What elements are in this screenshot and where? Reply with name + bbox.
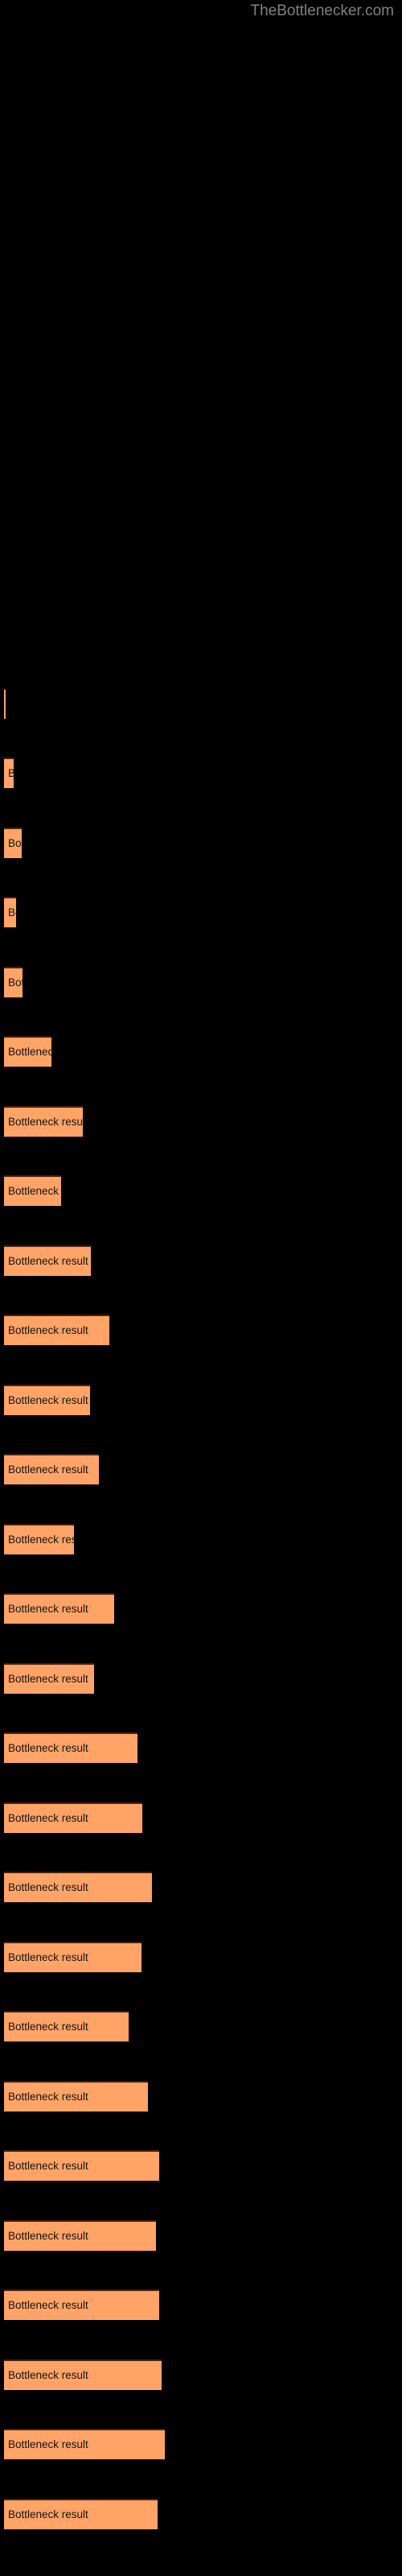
bar-label: Bottleneck result [8,1046,51,1058]
bar: Bottleneck result [4,2499,158,2529]
chart-canvas: TheBottlenecker.com Bottleneck resultBot… [0,0,402,2576]
bar-row: Bottleneck result [0,758,402,788]
bar: Bottleneck result [4,1245,91,1276]
bar: Bottleneck result [4,1175,61,1206]
bar: Bottleneck result [4,1524,74,1554]
bar: Bottleneck result [4,1036,51,1067]
bar-row: Bottleneck result [0,1524,402,1554]
bar-row: Bottleneck result [0,1942,402,1972]
bar: Bottleneck result [4,1454,99,1484]
bar: Bottleneck result [4,2429,165,2459]
bar: Bottleneck result [4,688,6,719]
bar: Bottleneck result [4,2359,162,2390]
bar-row: Bottleneck result [0,2499,402,2529]
bar-row: Bottleneck result [0,967,402,997]
bar-row: Bottleneck result [0,1036,402,1067]
bar: Bottleneck result [4,1106,83,1137]
bar-label: Bottleneck result [8,1116,83,1128]
bar-label: Bottleneck result [8,1742,88,1754]
bar: Bottleneck result [4,1872,152,1902]
bar-label: Bottleneck result [8,2369,88,2381]
bar-label: Bottleneck result [8,1255,88,1267]
bar: Bottleneck result [4,1315,109,1345]
bar: Bottleneck result [4,758,14,788]
bar-row: Bottleneck result [0,897,402,927]
bar: Bottleneck result [4,1593,114,1624]
bar-label: Bottleneck result [8,2438,88,2450]
bar-label: Bottleneck result [8,2299,88,2311]
bar: Bottleneck result [4,2289,159,2320]
bar-label: Bottleneck result [8,2091,88,2103]
bar-label: Bottleneck result [8,1673,88,1685]
bar-row: Bottleneck result [0,1802,402,1833]
bar: Bottleneck result [4,897,16,927]
bar-chart-plot-area: Bottleneck result Bottleneck result Bottle… [0,0,402,2576]
bar-label: Bottleneck result [8,837,22,849]
bar-label: Bottleneck result [8,2021,88,2033]
bar-label: Bottleneck result [8,1394,88,1406]
bar-row: Bottleneck result [0,2220,402,2251]
bar-label: Bottleneck result [8,906,16,919]
bar: Bottleneck result [4,2150,159,2181]
bar-label: Bottleneck result [8,1881,88,1893]
bar-row: Bottleneck result [0,1663,402,1694]
bar-row: Bottleneck result [0,1872,402,1902]
bar-label: Bottleneck result [8,976,23,989]
bar-row: Bottleneck result [0,2359,402,2390]
bar-row: Bottleneck result [0,2429,402,2459]
bar: Bottleneck result [4,967,23,997]
bar: Bottleneck result [4,2011,129,2041]
bar-row: Bottleneck result [0,828,402,858]
bar-label: Bottleneck result [8,1463,88,1476]
bar-row: Bottleneck result [0,1593,402,1624]
bar-label: Bottleneck result [8,1951,88,1963]
bar-row: Bottleneck result [0,1106,402,1137]
bar-label: Bottleneck result [8,1324,88,1336]
bar-row: Bottleneck result [0,2289,402,2320]
bar: Bottleneck result [4,1802,142,1833]
bar-row: Bottleneck result [0,1385,402,1415]
bar: Bottleneck result [4,828,22,858]
bar-label: Bottleneck result [8,2508,88,2520]
bar: Bottleneck result [4,2081,148,2112]
bar-label: Bottleneck result [8,767,14,780]
bar-row: Bottleneck result [0,2011,402,2041]
bar-label: Bottleneck result [8,1812,88,1824]
bar-row: Bottleneck result [0,1454,402,1484]
bar-label: Bottleneck result [8,1603,88,1615]
bar-row: Bottleneck result [0,1245,402,1276]
bar-row: Bottleneck result [0,688,402,719]
bar-row: Bottleneck result [0,2150,402,2181]
bar: Bottleneck result [4,1732,137,1763]
bar-row: Bottleneck result [0,2081,402,2112]
bar: Bottleneck result [4,1385,90,1415]
bar-label: Bottleneck result [8,2230,88,2242]
bar-row: Bottleneck result [0,1175,402,1206]
bar: Bottleneck result [4,2220,156,2251]
bar-label: Bottleneck result [8,1185,61,1197]
bar: Bottleneck result [4,1663,94,1694]
bar-row: Bottleneck result [0,1315,402,1345]
bar-row: Bottleneck result [0,1732,402,1763]
bar-label: Bottleneck result [8,1534,74,1546]
bar: Bottleneck result [4,1942,142,1972]
bar-label: Bottleneck result [8,2160,88,2172]
